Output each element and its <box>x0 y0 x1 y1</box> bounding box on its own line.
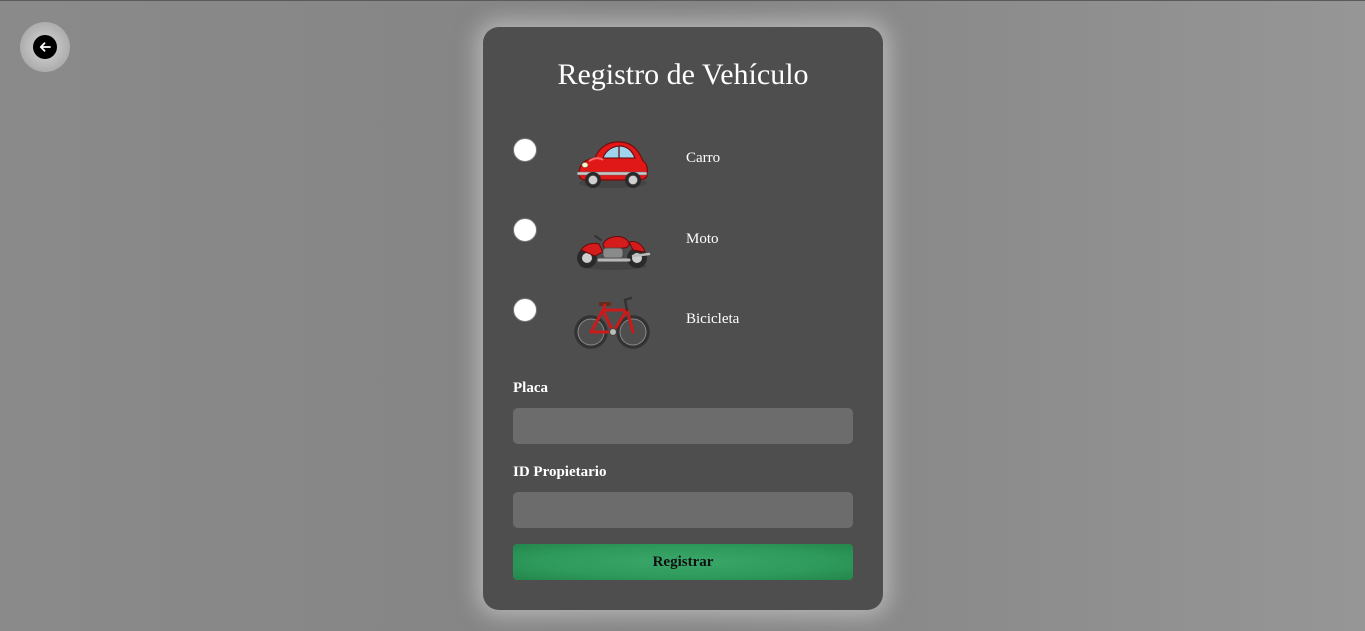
radio-bicicleta[interactable] <box>513 298 537 322</box>
vehicle-registration-card: Registro de Vehículo Carro Moto Biciclet… <box>483 27 883 610</box>
id-propietario-label: ID Propietario <box>513 464 607 480</box>
placa-input[interactable] <box>513 408 853 444</box>
back-button[interactable] <box>20 22 70 72</box>
vehicle-option-moto: Moto <box>513 218 853 288</box>
option-label-bicicleta[interactable]: Bicicleta <box>686 310 739 328</box>
vehicle-option-bicicleta: Bicicleta <box>513 296 853 368</box>
option-label-carro[interactable]: Carro <box>686 149 720 167</box>
page-title: Registro de Vehículo <box>557 58 809 91</box>
arrow-left-icon <box>33 35 57 59</box>
radio-carro[interactable] <box>513 138 537 162</box>
id-propietario-input[interactable] <box>513 492 853 528</box>
placa-label: Placa <box>513 380 548 396</box>
motorcycle-icon <box>573 216 651 280</box>
bicycle-icon <box>573 290 651 354</box>
register-button[interactable]: Registrar <box>513 544 853 580</box>
car-icon <box>573 131 651 195</box>
option-label-moto[interactable]: Moto <box>686 230 719 248</box>
vehicle-option-carro: Carro <box>513 137 853 207</box>
radio-moto[interactable] <box>513 218 537 242</box>
